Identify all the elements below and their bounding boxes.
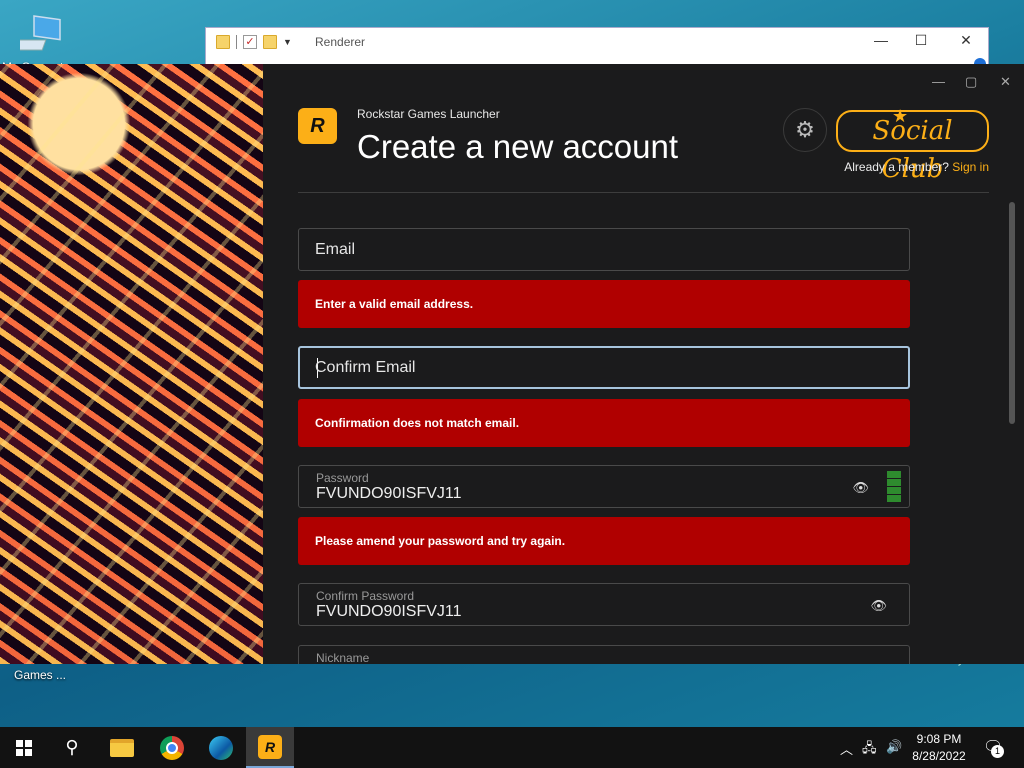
file-explorer-window[interactable]: ✓ ▼ Renderer — ☐ ✕ [205,27,989,70]
taskbar-file-explorer[interactable] [98,727,146,768]
nickname-field[interactable]: Nickname [298,645,910,664]
edge-icon [209,735,233,760]
file-explorer-icon [110,738,134,757]
header-divider [298,192,989,193]
settings-gear-icon[interactable]: ⚙ [783,108,827,152]
toolbar-separator [236,35,237,49]
minimize-button[interactable]: — [866,32,896,48]
confirm-email-field[interactable]: Confirm Email [298,346,910,389]
folder-icon [216,35,230,49]
sign-in-link[interactable]: Sign in [952,160,989,174]
properties-icon[interactable]: ✓ [243,35,257,49]
taskbar: ⚲ R ︿ 🖧 🔊 9:08 PM 8/28/2022 🗨 1 [0,727,1024,768]
show-password-eye-icon[interactable]: 👁 [852,480,869,496]
clock-time: 9:08 PM [916,732,962,746]
clock-date: 8/28/2022 [912,749,966,763]
app-name: Rockstar Games Launcher [357,107,500,121]
minimize-button[interactable]: — [932,74,945,89]
password-field[interactable]: Password FVUNDO90ISFVJ11 👁 [298,465,910,508]
email-placeholder: Email [315,241,356,258]
rockstar-launcher-icon: R [258,734,282,759]
already-member-text: Already a member? Sign in [844,160,989,174]
password-strength-meter [887,471,901,502]
chrome-icon [160,735,184,760]
email-field[interactable]: Email [298,228,910,271]
password-label: Password [316,471,369,485]
maximize-button[interactable]: ☐ [906,32,936,49]
window-title: Renderer [315,35,366,49]
show-confirm-password-eye-icon[interactable]: 👁 [870,598,887,614]
email-error-message: Enter a valid email address. [298,280,910,328]
taskbar-chrome[interactable] [148,727,196,768]
network-icon[interactable]: 🖧 [862,739,877,761]
computer-icon [20,15,61,51]
new-folder-icon[interactable] [263,35,277,49]
confirm-password-label: Confirm Password [316,589,415,603]
search-icon: ⚲ [65,737,79,757]
confirm-password-value: FVUNDO90ISFVJ11 [316,603,462,620]
system-clock[interactable]: 9:08 PM 8/28/2022 [906,731,972,765]
windows-logo-icon [16,739,32,756]
nickname-label: Nickname [316,651,370,664]
page-title: Create a new account [357,128,679,165]
rockstar-launcher-window: — ▢ ✕ R Rockstar Games Launcher Create a… [0,64,1024,664]
taskbar-edge[interactable] [197,727,245,768]
password-error-message: Please amend your password and try again… [298,517,910,565]
chevron-up-icon[interactable]: ︿ [840,739,853,758]
search-button[interactable]: ⚲ [48,727,96,768]
start-button[interactable] [0,727,48,768]
social-club-logo: ★ Social Club [836,106,989,184]
rockstar-logo-icon: R [298,108,337,144]
confirm-password-field[interactable]: Confirm Password FVUNDO90ISFVJ11 👁 [298,583,910,626]
chevron-down-icon[interactable]: ▼ [283,37,292,47]
volume-icon[interactable]: 🔊 [886,739,902,755]
maximize-button[interactable]: ▢ [965,74,977,90]
close-button[interactable]: ✕ [951,32,981,49]
scrollbar[interactable] [1009,202,1015,424]
notification-badge: 1 [991,745,1004,758]
taskbar-rockstar-launcher[interactable]: R [246,727,294,768]
quick-access-toolbar: ✓ ▼ [216,35,292,49]
close-button[interactable]: ✕ [1000,74,1011,90]
desktop-icon-games-label[interactable]: Games ... [14,668,66,682]
password-value: FVUNDO90ISFVJ11 [316,485,462,502]
star-icon: ★ [892,106,909,127]
confirm-email-placeholder: Confirm Email [315,359,416,376]
action-center-button[interactable]: 🗨 1 [983,737,1004,758]
confirm-email-error-message: Confirmation does not match email. [298,399,910,447]
promo-artwork [0,64,263,664]
